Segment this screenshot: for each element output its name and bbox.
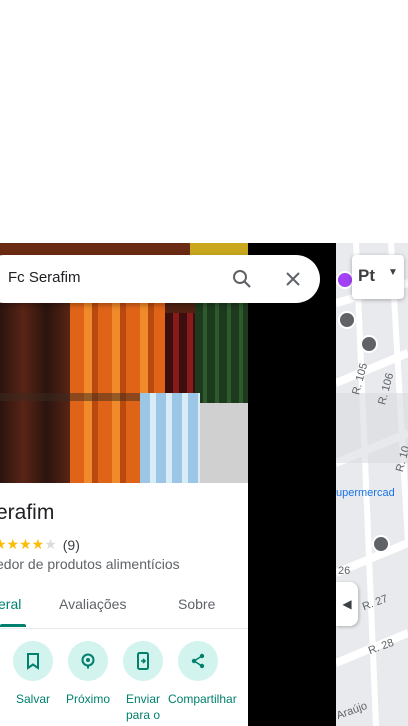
place-panel: erafim ★★★★★ (9) edor de produtos alimen… <box>0 243 248 726</box>
place-title: erafim <box>0 501 55 524</box>
close-icon[interactable] <box>281 267 305 291</box>
black-area <box>248 243 336 726</box>
search-icon[interactable] <box>230 267 254 291</box>
map-pin-icon[interactable] <box>372 535 390 553</box>
save-button[interactable]: Salvar <box>3 641 63 707</box>
chevron-left-icon: ◀ <box>342 597 352 611</box>
tab-active-indicator <box>0 624 26 627</box>
tab-overview[interactable]: eral <box>0 596 21 612</box>
layer-label: Pt <box>358 266 375 285</box>
place-category[interactable]: edor de produtos alimentícios <box>0 556 180 572</box>
map-poi-label: upermercad <box>336 487 395 499</box>
save-label: Salvar <box>15 692 50 706</box>
map-pin-icon[interactable] <box>338 311 356 329</box>
blank-area <box>0 0 408 243</box>
search-bar[interactable]: Fc Serafim <box>0 255 320 303</box>
send-to-phone-icon <box>123 641 163 681</box>
share-icon <box>178 641 218 681</box>
rating-stars-icon: ★★★★★ <box>0 536 57 552</box>
tab-reviews[interactable]: Avaliações <box>59 596 126 612</box>
chevron-down-icon: ▼ <box>388 267 398 278</box>
map-street-label: 26 <box>338 565 351 577</box>
tab-about[interactable]: Sobre <box>178 596 215 612</box>
nearby-button[interactable]: Próximo <box>58 641 118 707</box>
action-buttons: Salvar Próximo Enviar para o Compartilha… <box>0 641 248 726</box>
collapse-panel-button[interactable]: ◀ <box>336 582 358 626</box>
share-label: Compartilhar <box>168 692 237 706</box>
send-to-phone-button[interactable]: Enviar para o <box>113 641 173 723</box>
share-button[interactable]: Compartilhar <box>168 641 237 707</box>
tab-bar: eral Avaliações Sobre <box>0 586 248 629</box>
map-view[interactable]: R. 105 R. 106 R. 10 upermercad 26 R. 27 … <box>336 243 408 726</box>
layer-selector-button[interactable]: Pt ▼ <box>352 255 404 299</box>
rating-row[interactable]: ★★★★★ (9) <box>0 536 80 553</box>
rating-count[interactable]: (9) <box>63 537 80 553</box>
nearby-label: Próximo <box>65 692 110 706</box>
send-to-phone-label: Enviar para o <box>125 692 161 722</box>
bookmark-icon <box>13 641 53 681</box>
nearby-icon <box>68 641 108 681</box>
map-pin-icon[interactable] <box>360 335 378 353</box>
search-input[interactable]: Fc Serafim <box>8 269 81 286</box>
